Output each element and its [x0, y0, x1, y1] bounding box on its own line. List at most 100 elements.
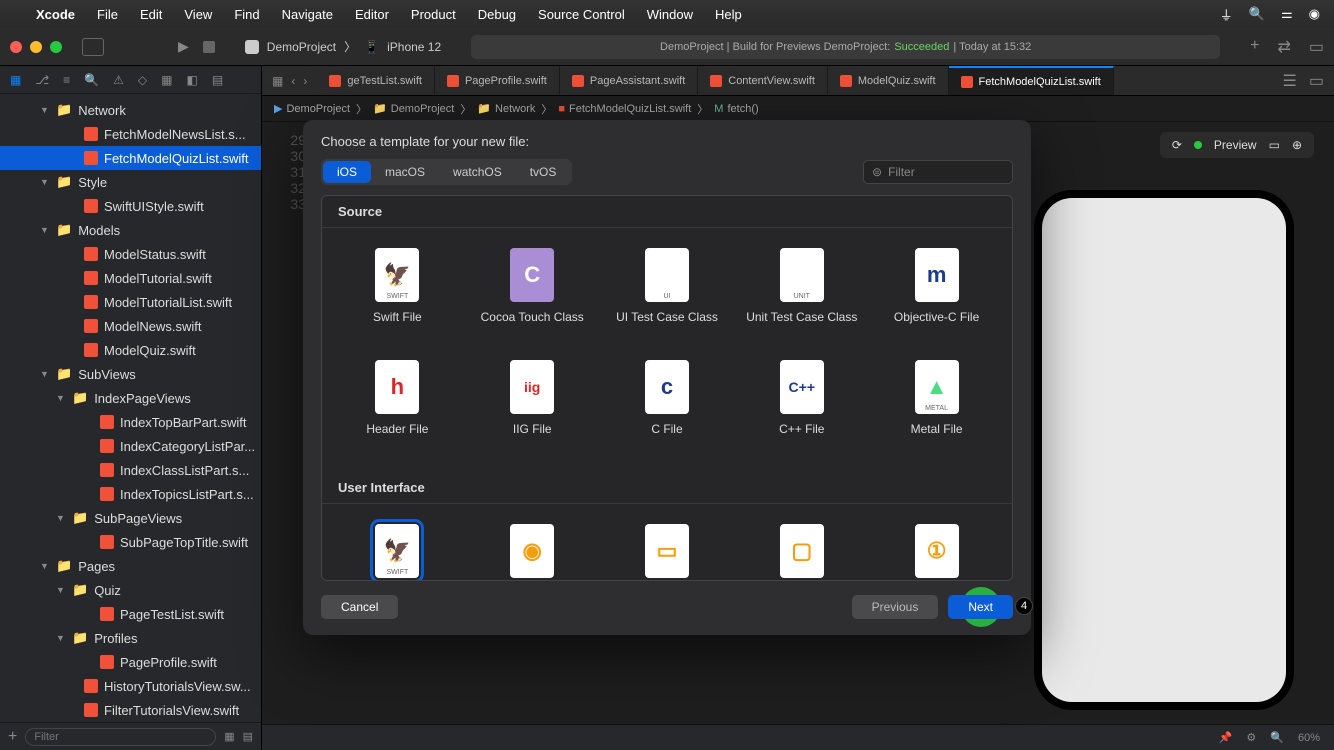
- platform-tab-macos[interactable]: macOS: [371, 161, 439, 183]
- menu-help[interactable]: Help: [715, 7, 742, 22]
- crumb-0[interactable]: DemoProject: [286, 103, 350, 115]
- file-item[interactable]: ModelTutorialList.swift: [0, 290, 261, 314]
- template-item[interactable]: C++C++ File: [738, 354, 865, 458]
- template-item[interactable]: ▢Empty: [738, 518, 865, 581]
- symbol-navigator-icon[interactable]: ≡: [63, 73, 70, 87]
- control-center-icon[interactable]: ⚌: [1281, 6, 1293, 22]
- platform-tab-ios[interactable]: iOS: [323, 161, 371, 183]
- editor-tab[interactable]: PageProfile.swift: [435, 66, 560, 95]
- duplicate-preview-icon[interactable]: ⊕: [1292, 138, 1302, 152]
- settings-icon[interactable]: ⚙: [1246, 731, 1256, 744]
- editor-tab[interactable]: geTestList.swift: [317, 66, 435, 95]
- stop-button[interactable]: [203, 41, 215, 53]
- spotlight-icon[interactable]: 🔍: [1249, 6, 1265, 22]
- file-item[interactable]: ModelNews.swift: [0, 314, 261, 338]
- file-item[interactable]: ModelTutorial.swift: [0, 266, 261, 290]
- refresh-icon[interactable]: ⟳: [1172, 138, 1182, 152]
- test-navigator-icon[interactable]: ◇: [138, 73, 147, 87]
- cancel-button[interactable]: Cancel: [321, 595, 398, 619]
- file-item[interactable]: ModelQuiz.swift: [0, 338, 261, 362]
- crumb-2[interactable]: Network: [495, 103, 535, 115]
- folder-item[interactable]: ▼📁IndexPageViews: [0, 386, 261, 410]
- folder-item[interactable]: ▼📁Quiz: [0, 578, 261, 602]
- issue-navigator-icon[interactable]: ⚠: [113, 73, 124, 87]
- report-navigator-icon[interactable]: ▤: [212, 73, 223, 87]
- folder-item[interactable]: ▼📁Models: [0, 218, 261, 242]
- template-item[interactable]: UIUI Test Case Class: [604, 242, 731, 346]
- folder-item[interactable]: ▼📁SubPageViews: [0, 506, 261, 530]
- menu-edit[interactable]: Edit: [140, 7, 162, 22]
- file-item[interactable]: PageTestList.swift: [0, 602, 261, 626]
- file-item[interactable]: HistoryTutorialsView.sw...: [0, 674, 261, 698]
- folder-item[interactable]: ▼📁Style: [0, 170, 261, 194]
- folder-item[interactable]: ▼📁Profiles: [0, 626, 261, 650]
- device-selector-icon[interactable]: ▭: [1269, 138, 1280, 152]
- filter-input[interactable]: [25, 728, 216, 746]
- template-item[interactable]: CCocoa Touch Class: [469, 242, 596, 346]
- app-menu[interactable]: Xcode: [36, 7, 75, 22]
- template-item[interactable]: hHeader File: [334, 354, 461, 458]
- folder-item[interactable]: ▼📁Network: [0, 98, 261, 122]
- menu-navigate[interactable]: Navigate: [282, 7, 333, 22]
- menu-view[interactable]: View: [184, 7, 212, 22]
- back-icon[interactable]: ‹: [291, 74, 295, 88]
- folder-item[interactable]: ▼📁Pages: [0, 554, 261, 578]
- template-item[interactable]: cC File: [604, 354, 731, 458]
- debug-navigator-icon[interactable]: ▦: [161, 73, 172, 87]
- source-control-navigator-icon[interactable]: ⎇: [35, 73, 49, 87]
- menu-file[interactable]: File: [97, 7, 118, 22]
- template-item[interactable]: 🦅SWIFTSwift File: [334, 242, 461, 346]
- crumb-4[interactable]: fetch(): [727, 103, 758, 115]
- library-icon[interactable]: ⇄: [1277, 37, 1290, 57]
- menu-product[interactable]: Product: [411, 7, 456, 22]
- file-item[interactable]: ModelStatus.swift: [0, 242, 261, 266]
- menu-debug[interactable]: Debug: [478, 7, 516, 22]
- file-item[interactable]: IndexClassListPart.s...: [0, 458, 261, 482]
- editor-tab[interactable]: ModelQuiz.swift: [828, 66, 949, 95]
- add-icon[interactable]: +: [1250, 37, 1259, 57]
- close-window-button[interactable]: [10, 41, 22, 53]
- forward-icon[interactable]: ›: [303, 74, 307, 88]
- zoom-level[interactable]: 60%: [1298, 732, 1320, 744]
- pin-icon[interactable]: 📌: [1219, 731, 1233, 744]
- related-items-icon[interactable]: ▦: [272, 74, 283, 88]
- inspector-toggle-icon[interactable]: ▭: [1309, 37, 1324, 57]
- folder-item[interactable]: ▼📁SubViews: [0, 362, 261, 386]
- template-item[interactable]: mObjective-C File: [873, 242, 1000, 346]
- template-item[interactable]: ▭View: [604, 518, 731, 581]
- crumb-3[interactable]: FetchModelQuizList.swift: [569, 103, 691, 115]
- wifi-icon[interactable]: ⏚: [1220, 5, 1233, 24]
- file-item[interactable]: PageProfile.swift: [0, 650, 261, 674]
- file-item[interactable]: IndexCategoryListPar...: [0, 434, 261, 458]
- template-item[interactable]: ▲METALMetal File: [873, 354, 1000, 458]
- editor-tab[interactable]: ContentView.swift: [698, 66, 828, 95]
- template-item[interactable]: UNITUnit Test Case Class: [738, 242, 865, 346]
- breakpoint-navigator-icon[interactable]: ◧: [186, 73, 197, 87]
- build-status[interactable]: DemoProject | Build for Previews DemoPro…: [471, 35, 1220, 59]
- next-button[interactable]: Next 4: [948, 595, 1013, 619]
- run-button[interactable]: ▶: [178, 38, 189, 55]
- zoom-window-button[interactable]: [50, 41, 62, 53]
- menu-source-control[interactable]: Source Control: [538, 7, 625, 22]
- previous-button[interactable]: Previous: [852, 595, 939, 619]
- crumb-1[interactable]: DemoProject: [391, 103, 455, 115]
- menu-editor[interactable]: Editor: [355, 7, 389, 22]
- menu-find[interactable]: Find: [234, 7, 259, 22]
- template-item[interactable]: iigIIG File: [469, 354, 596, 458]
- platform-tab-watchos[interactable]: watchOS: [439, 161, 516, 183]
- minimize-window-button[interactable]: [30, 41, 42, 53]
- scheme-selector[interactable]: DemoProject 〉 📱 iPhone 12: [245, 38, 441, 55]
- file-item[interactable]: SubPageTopTitle.swift: [0, 530, 261, 554]
- file-item[interactable]: SwiftUIStyle.swift: [0, 194, 261, 218]
- recent-filter-icon[interactable]: ▦: [224, 730, 234, 743]
- editor-options-icon[interactable]: ☰: [1283, 71, 1297, 91]
- file-item[interactable]: IndexTopBarPart.swift: [0, 410, 261, 434]
- find-navigator-icon[interactable]: 🔍: [84, 73, 99, 87]
- zoom-out-icon[interactable]: 🔍: [1270, 731, 1284, 744]
- editor-tab[interactable]: FetchModelQuizList.swift: [949, 66, 1114, 95]
- platform-tab-tvos[interactable]: tvOS: [516, 161, 571, 183]
- file-item[interactable]: FilterTutorialsView.swift: [0, 698, 261, 722]
- siri-icon[interactable]: ◉: [1309, 6, 1320, 22]
- file-item[interactable]: IndexTopicsListPart.s...: [0, 482, 261, 506]
- jump-bar[interactable]: ▶DemoProject〉 📁DemoProject〉 📁Network〉 ■F…: [262, 96, 1334, 122]
